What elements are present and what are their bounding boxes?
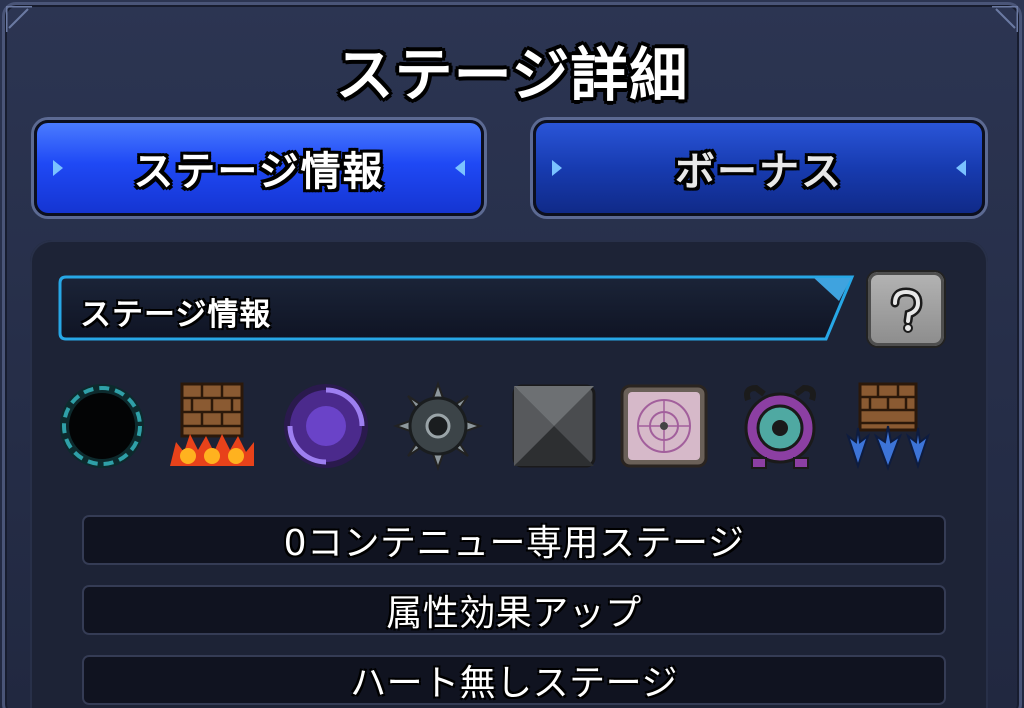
stage-note-text: 0コンテニュー専用ステージ (283, 523, 745, 564)
page-title: ステージ詳細 (335, 41, 689, 109)
stage-note-row: 属性効果アップ (82, 585, 946, 635)
tab-bonus[interactable]: ボーナス (533, 120, 985, 216)
question-mark-icon (890, 287, 923, 333)
stage-detail-screen: ステージ詳細 ステージ情報 ボーナス ステージ情報 0コンテニュー専用ステージ … (0, 0, 1024, 708)
black-hole-icon (60, 384, 144, 468)
magic-circle-icon (620, 384, 708, 468)
tab-arrow-left (552, 160, 562, 176)
tab-arrow-right (455, 160, 465, 176)
stage-note-row: 0コンテニュー専用ステージ (82, 515, 946, 565)
block-icon (512, 384, 596, 468)
gravity-barrier-icon (846, 382, 930, 471)
info-section-label: ステージ情報 (80, 297, 272, 333)
info-section-header: ステージ情報 (58, 275, 856, 341)
tab-stage-info[interactable]: ステージ情報 (34, 120, 484, 216)
stage-note-text: 属性効果アップ (386, 593, 642, 634)
mine-icon (393, 381, 483, 471)
tab-arrow-left (53, 160, 63, 176)
tab-arrow-right (956, 160, 966, 176)
stage-note-row: ハート無しステージ (82, 655, 946, 705)
warp-icon (284, 384, 368, 468)
help-button[interactable] (868, 272, 944, 346)
shield-unit-icon (744, 384, 816, 469)
tab-label: ステージ情報 (133, 149, 385, 195)
tab-label: ボーナス (675, 149, 843, 195)
damage-wall-icon (170, 382, 254, 466)
stage-note-text: ハート無しステージ (350, 663, 678, 704)
